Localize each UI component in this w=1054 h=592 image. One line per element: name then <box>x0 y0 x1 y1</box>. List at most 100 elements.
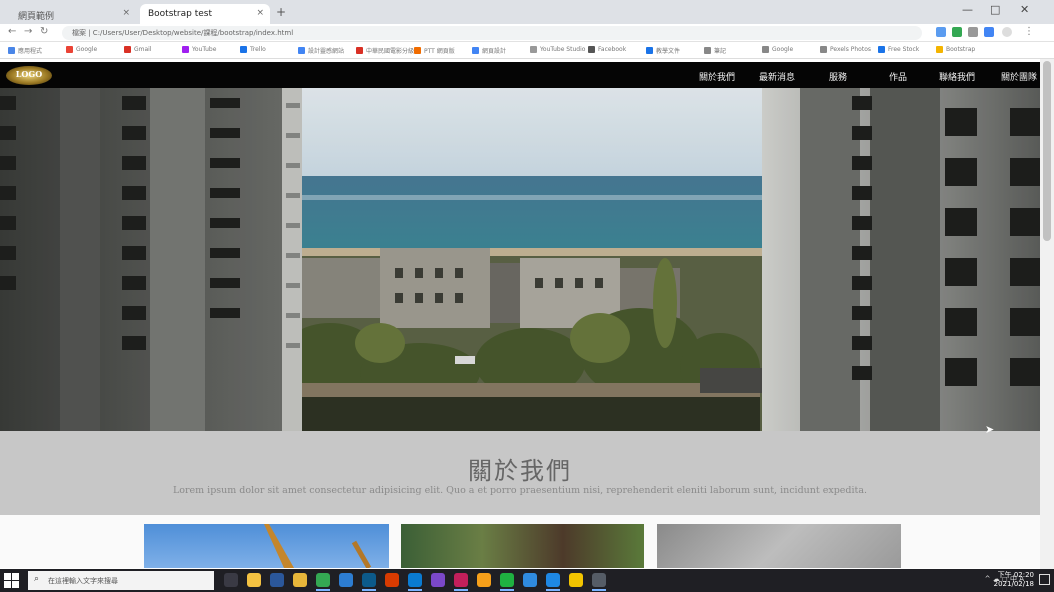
bookmark-favicon-icon <box>66 46 73 53</box>
close-window-icon[interactable]: ✕ <box>1020 3 1029 16</box>
tab-web-example[interactable]: 網頁範例 × <box>10 4 136 24</box>
site-logo[interactable]: LOGO <box>6 66 52 85</box>
bookmark-label: Facebook <box>598 46 627 53</box>
bookmark-item[interactable]: 教學文件 <box>646 46 680 55</box>
bookmark-item[interactable]: 筆記 <box>704 46 726 55</box>
folder-icon[interactable] <box>293 573 307 587</box>
bookmark-item[interactable]: Trello <box>240 46 266 53</box>
notification-center-icon[interactable] <box>1039 574 1050 585</box>
nav-link-works[interactable]: 作品 <box>889 70 907 83</box>
scroll-thumb[interactable] <box>1043 61 1051 241</box>
extension-icon[interactable] <box>984 27 994 37</box>
bookmark-favicon-icon <box>414 47 421 54</box>
bookmark-label: YouTube <box>192 46 217 53</box>
tab-title: Bootstrap test <box>148 9 213 19</box>
bookmark-item[interactable]: 網頁設計 <box>472 46 506 55</box>
forward-icon[interactable]: → <box>24 26 32 37</box>
blue-app-icon[interactable] <box>523 573 537 587</box>
menu-kebab-icon[interactable]: ⋮ <box>1024 26 1034 37</box>
site-navbar: LOGO 關於我們 最新消息 服務 作品 聯絡我們 關於團隊 <box>0 62 1040 88</box>
back-icon[interactable]: ← <box>8 26 16 37</box>
card-image-gray[interactable] <box>657 524 901 568</box>
orange-app-icon[interactable] <box>477 573 491 587</box>
nav-link-about[interactable]: 關於我們 <box>699 70 735 83</box>
address-bar-row: ← → ↻ 檔案 | C:/Users/User/Desktop/website… <box>0 24 1054 42</box>
bookmark-favicon-icon <box>472 47 479 54</box>
bookmark-item[interactable]: 設計靈感網站 <box>298 46 344 55</box>
window-app-icon[interactable] <box>592 573 606 587</box>
bookmark-item[interactable]: YouTube Studio <box>530 46 585 53</box>
running-indicator <box>408 589 422 591</box>
bookmark-item[interactable]: PTT 網頁版 <box>414 46 455 55</box>
taskbar-search-field[interactable]: ⌕ 在這裡輸入文字來搜尋 <box>28 571 214 590</box>
office-icon[interactable] <box>385 573 399 587</box>
bookmark-label: 筆記 <box>714 48 727 55</box>
running-indicator <box>362 589 376 591</box>
chrome-icon[interactable] <box>316 573 330 587</box>
bookmark-item[interactable]: Pexels Photos <box>820 46 871 53</box>
running-indicator <box>546 589 560 591</box>
word-icon[interactable] <box>270 573 284 587</box>
bookmark-item[interactable]: Google <box>762 46 793 53</box>
tab-bootstrap-test[interactable]: Bootstrap test × <box>140 4 270 24</box>
nav-link-team[interactable]: 關於團隊 <box>1001 70 1037 83</box>
bookmark-favicon-icon <box>8 47 15 54</box>
bookmark-item[interactable]: YouTube <box>182 46 216 53</box>
profile-avatar[interactable] <box>1002 27 1012 37</box>
maximize-window-icon[interactable]: □ <box>990 3 1000 16</box>
bookmark-label: Bootstrap <box>946 46 976 53</box>
bookmark-item[interactable]: Bootstrap <box>936 46 975 53</box>
extension-icon[interactable] <box>936 27 946 37</box>
bookmark-item[interactable]: Google <box>66 46 97 53</box>
task-view-icon[interactable] <box>224 573 238 587</box>
tab-title: 網頁範例 <box>18 12 55 22</box>
extension-icon[interactable] <box>968 27 978 37</box>
bookmark-item[interactable]: Gmail <box>124 46 152 53</box>
minimize-window-icon[interactable]: — <box>962 3 973 16</box>
bookmark-favicon-icon <box>762 46 769 53</box>
edge-icon[interactable] <box>408 573 422 587</box>
bookmark-favicon-icon <box>588 46 595 53</box>
photos-icon[interactable] <box>339 573 353 587</box>
card-image-forest[interactable] <box>401 524 644 568</box>
reload-icon[interactable]: ↻ <box>40 26 48 37</box>
bookmark-favicon-icon <box>356 47 363 54</box>
green-app-icon[interactable] <box>500 573 514 587</box>
bookmark-label: 設計靈感網站 <box>308 48 345 55</box>
taskbar-clock[interactable]: 下午 02:20 2021/02/18 <box>994 571 1034 589</box>
bookmark-item[interactable]: Free Stock <box>878 46 919 53</box>
bookmark-item[interactable]: 應用程式 <box>8 46 42 55</box>
bookmark-label: 應用程式 <box>18 48 43 55</box>
nav-link-services[interactable]: 服務 <box>829 70 847 83</box>
video-app-icon[interactable] <box>454 573 468 587</box>
yellow-app-icon[interactable] <box>569 573 583 587</box>
start-button[interactable] <box>4 573 19 588</box>
bookmark-item[interactable]: Facebook <box>588 46 626 53</box>
bookmark-label: Pexels Photos <box>830 46 871 53</box>
close-tab-icon[interactable]: × <box>256 8 264 18</box>
file-explorer-icon[interactable] <box>247 573 261 587</box>
bookmark-label: Trello <box>250 46 266 53</box>
terminal-icon[interactable] <box>362 573 376 587</box>
card-row <box>0 515 1040 568</box>
bookmarks-bar: 應用程式 Google Gmail YouTube Trello 設計靈感網站 中華民國電影… <box>0 42 1054 59</box>
close-tab-icon[interactable]: × <box>122 8 130 18</box>
bookmark-favicon-icon <box>704 47 711 54</box>
extension-icon[interactable] <box>952 27 962 37</box>
bookmark-item[interactable]: 中華民國電影分級 <box>356 46 414 55</box>
page-scrollbar[interactable] <box>1040 59 1054 569</box>
bookmark-label: 中華民國電影分級 <box>366 48 415 55</box>
card-image-sky[interactable] <box>144 524 389 568</box>
nav-link-news[interactable]: 最新消息 <box>759 70 795 83</box>
bookmark-label: Google <box>76 46 98 53</box>
bookmark-favicon-icon <box>530 46 537 53</box>
nav-link-contact[interactable]: 聯絡我們 <box>939 70 975 83</box>
running-indicator <box>500 589 514 591</box>
new-tab-button[interactable]: + <box>276 5 286 19</box>
bookmark-label: Free Stock <box>888 46 920 53</box>
purple-app-icon[interactable] <box>431 573 445 587</box>
url-field[interactable]: 檔案 | C:/Users/User/Desktop/website/課程/bo… <box>62 26 922 40</box>
bookmark-label: 教學文件 <box>656 48 681 55</box>
about-title: 關於我們 <box>468 457 572 485</box>
vscode-icon[interactable] <box>546 573 560 587</box>
